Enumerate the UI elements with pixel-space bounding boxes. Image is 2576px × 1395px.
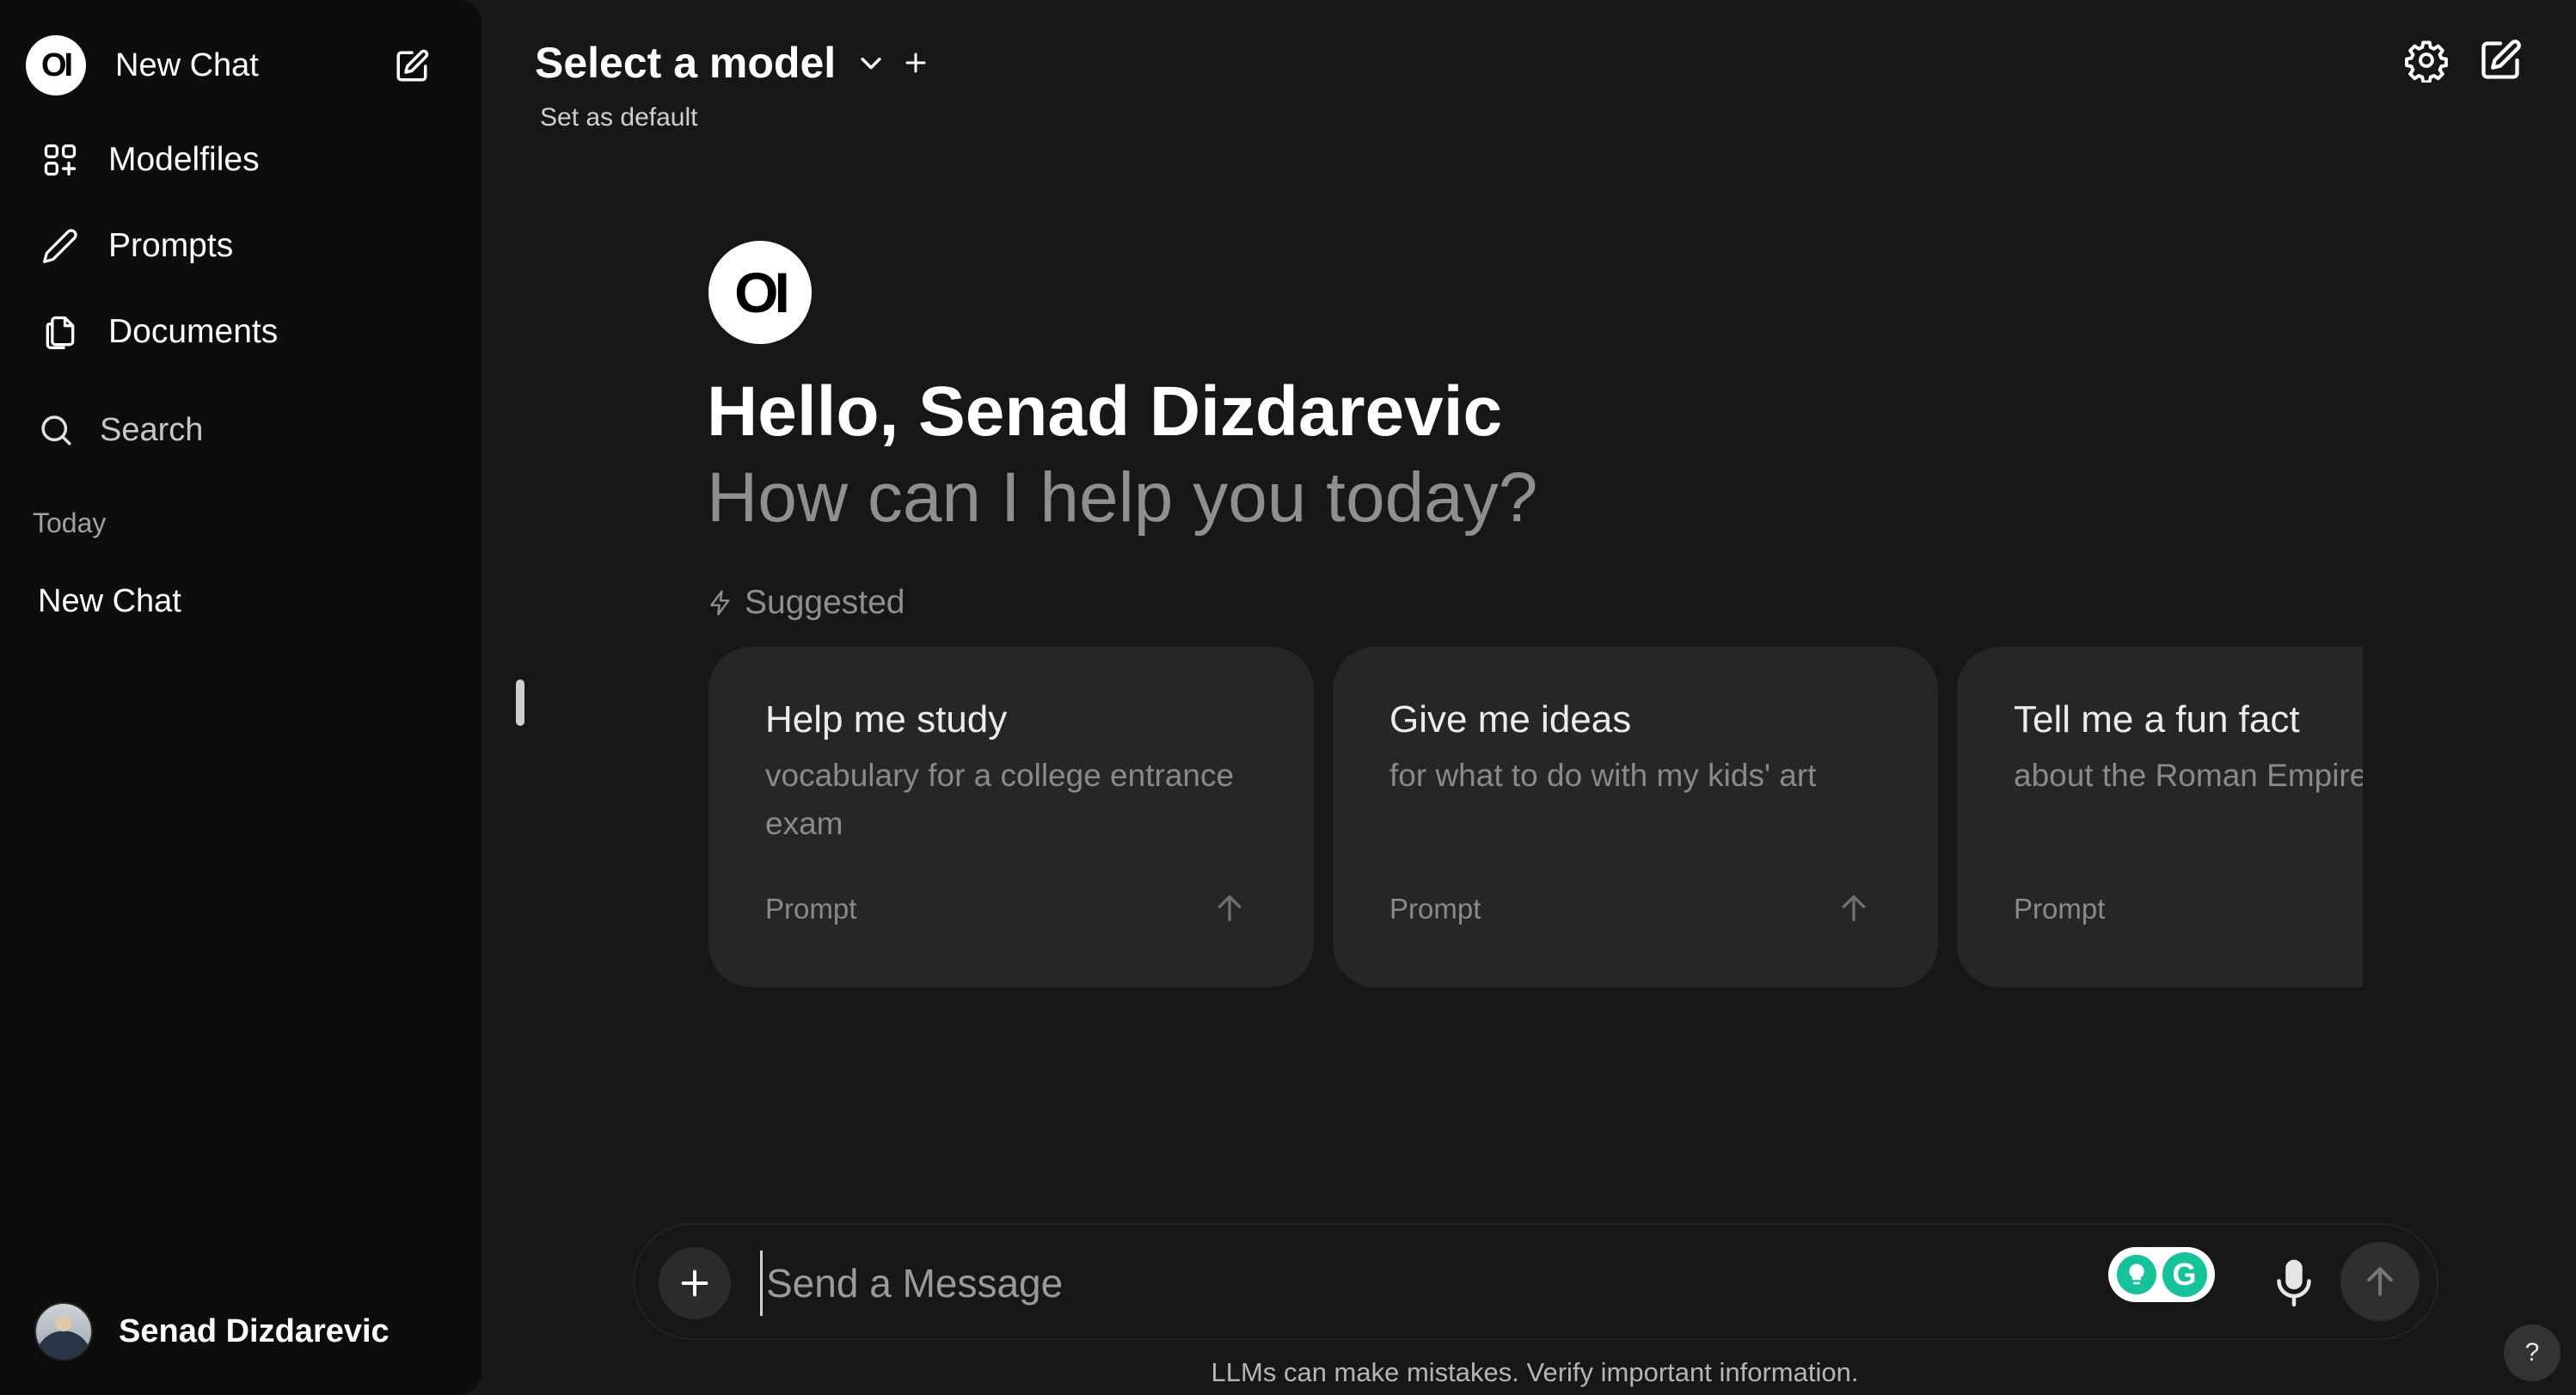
lightbulb-icon bbox=[2116, 1255, 2156, 1294]
card-kind-label: Prompt bbox=[1389, 893, 1481, 925]
suggested-header: Suggested bbox=[707, 581, 905, 624]
sidebar: OI New Chat Modelfiles Prompts Documents… bbox=[0, 0, 481, 1395]
suggestion-card[interactable]: Help me study vocabulary for a college e… bbox=[708, 647, 1314, 987]
new-chat-label: New Chat bbox=[115, 46, 259, 83]
grid-plus-icon bbox=[44, 144, 77, 176]
card-subtitle: about the Roman Empire bbox=[2014, 758, 2363, 793]
arrow-up-icon bbox=[1217, 895, 1242, 921]
suggestion-card[interactable]: Give me ideas for what to do with my kid… bbox=[1333, 647, 1938, 987]
sidebar-item-label: Documents bbox=[108, 313, 279, 350]
card-kind-label: Prompt bbox=[2014, 893, 2106, 925]
sidebar-item-modelfiles[interactable]: Modelfiles bbox=[26, 124, 456, 196]
bolt-icon bbox=[710, 590, 730, 616]
search-label: Search bbox=[100, 411, 204, 448]
sidebar-item-label: Prompts bbox=[108, 227, 234, 264]
send-button[interactable] bbox=[2340, 1242, 2420, 1321]
card-kind-label: Prompt bbox=[765, 893, 857, 925]
message-input[interactable] bbox=[760, 1251, 2050, 1316]
plus-icon bbox=[681, 1269, 708, 1297]
sidebar-item-documents[interactable]: Documents bbox=[26, 296, 456, 368]
model-selector[interactable]: Select a model bbox=[535, 33, 929, 93]
attach-button[interactable] bbox=[659, 1247, 731, 1319]
app-window: OI New Chat Modelfiles Prompts Documents… bbox=[0, 0, 2576, 1395]
chat-history-item[interactable]: New Chat bbox=[26, 571, 456, 631]
card-subtitle: for what to do with my kids' art bbox=[1389, 758, 1817, 793]
search-icon bbox=[41, 415, 71, 446]
arrow-up-icon bbox=[1842, 895, 1866, 921]
card-subtitle: vocabulary for a college entrance exam bbox=[765, 758, 1235, 841]
grammarly-widget[interactable]: G bbox=[2108, 1247, 2215, 1302]
suggestion-cards: Help me study vocabulary for a college e… bbox=[708, 647, 2363, 987]
user-menu[interactable]: Senad Dizdarevic bbox=[34, 1297, 389, 1366]
grammarly-icon: G bbox=[2162, 1252, 2207, 1297]
disclaimer-text: LLMs can make mistakes. Verify important… bbox=[1211, 1357, 1859, 1387]
microphone-icon[interactable] bbox=[2268, 1257, 2320, 1309]
user-name: Senad Dizdarevic bbox=[119, 1312, 389, 1349]
app-logo: OI bbox=[26, 35, 86, 95]
edit-icon[interactable] bbox=[394, 48, 430, 84]
documents-icon bbox=[46, 316, 75, 349]
sidebar-item-prompts[interactable]: Prompts bbox=[26, 210, 456, 282]
suggested-label: Suggested bbox=[745, 584, 905, 621]
avatar bbox=[34, 1302, 93, 1361]
arrow-up-icon bbox=[2367, 1267, 2393, 1296]
sidebar-search[interactable]: Search bbox=[26, 397, 456, 463]
card-title: Help me study bbox=[765, 698, 1008, 741]
add-model-icon[interactable] bbox=[903, 50, 929, 76]
chevron-down-icon[interactable] bbox=[856, 48, 886, 77]
message-composer: G bbox=[633, 1223, 2438, 1340]
hero-logo: OI bbox=[708, 241, 812, 344]
greeting-heading: Hello, Senad Dizdarevic bbox=[707, 372, 1503, 451]
new-chat-button[interactable]: OI New Chat bbox=[26, 31, 430, 100]
section-label-today: Today bbox=[33, 507, 107, 538]
model-selector-label: Select a model bbox=[535, 39, 837, 87]
card-title: Tell me a fun fact bbox=[2014, 698, 2300, 741]
new-chat-icon[interactable] bbox=[2478, 38, 2523, 83]
sidebar-item-label: Modelfiles bbox=[108, 141, 260, 178]
pencil-icon bbox=[43, 229, 77, 263]
sidebar-resize-handle[interactable] bbox=[516, 679, 524, 726]
greeting-subtitle: How can I help you today? bbox=[707, 458, 1538, 537]
card-title: Give me ideas bbox=[1389, 698, 1632, 741]
help-button[interactable]: ? bbox=[2504, 1324, 2561, 1381]
set-as-default-link[interactable]: Set as default bbox=[540, 103, 697, 132]
settings-icon[interactable] bbox=[2404, 38, 2449, 83]
suggestion-card[interactable]: Tell me a fun fact about the Roman Empir… bbox=[1957, 647, 2363, 987]
